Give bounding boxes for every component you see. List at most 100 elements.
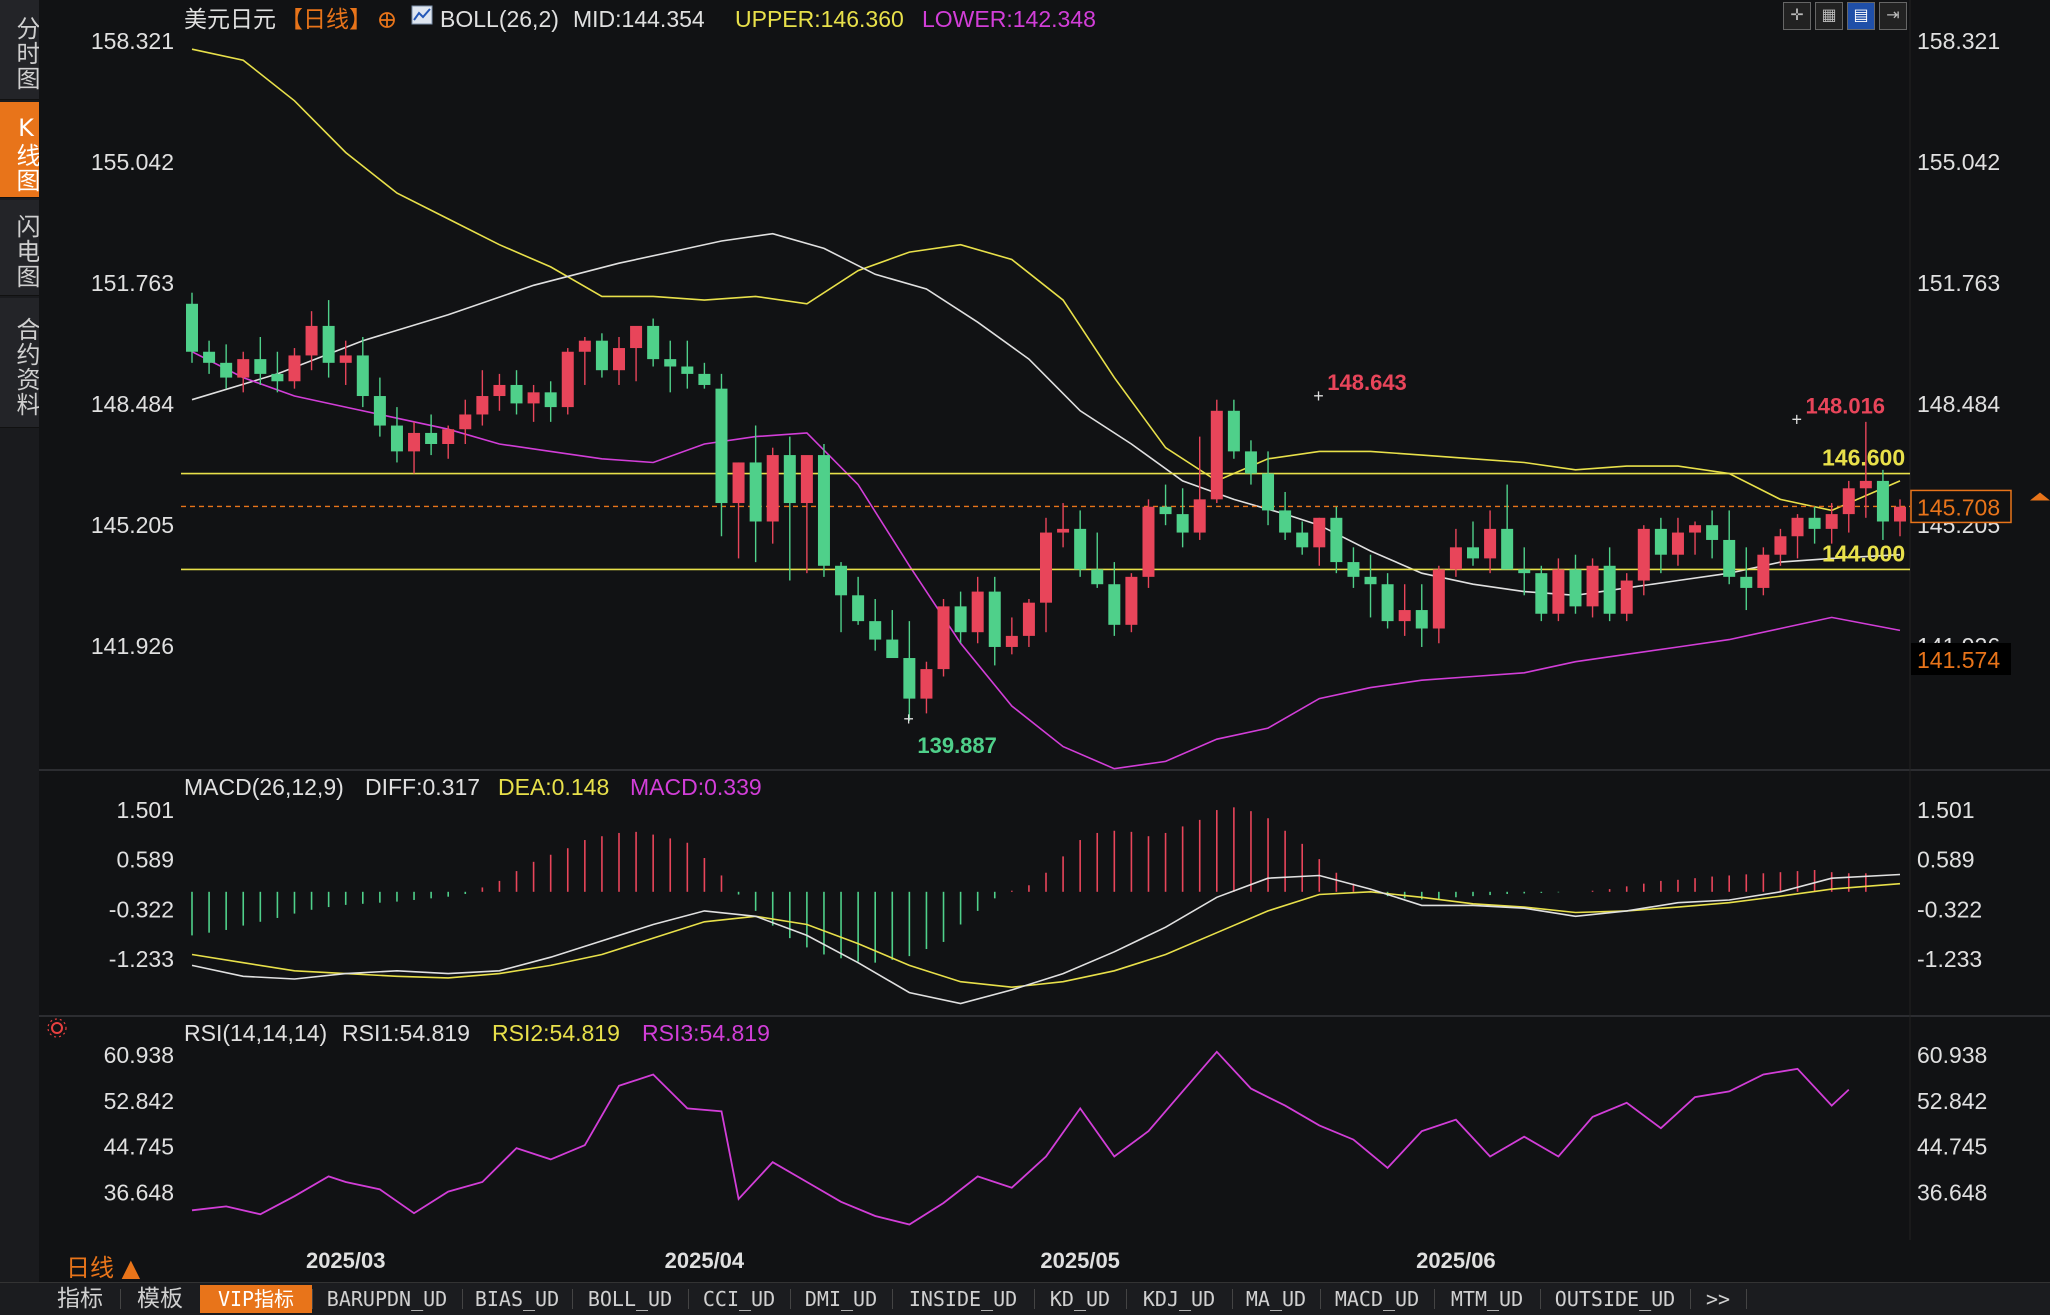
indicator-tab-13[interactable]: MTM_UD: [1434, 1285, 1540, 1313]
candle[interactable]: [1706, 525, 1719, 540]
candle[interactable]: [698, 373, 711, 385]
candle[interactable]: [390, 425, 403, 452]
candle[interactable]: [971, 591, 984, 633]
candle[interactable]: [1774, 536, 1787, 555]
candle[interactable]: [937, 606, 950, 670]
period-label[interactable]: 日线 ▲: [66, 1248, 140, 1283]
candle[interactable]: [1262, 473, 1275, 511]
candle[interactable]: [1279, 510, 1292, 533]
candle[interactable]: [1210, 410, 1223, 500]
candle[interactable]: [408, 432, 421, 452]
candle[interactable]: [903, 658, 916, 699]
indicator-tab-0[interactable]: 指标: [40, 1285, 120, 1313]
period-tag[interactable]: 【日线】: [280, 7, 372, 33]
candle[interactable]: [1432, 569, 1445, 629]
candle[interactable]: [578, 340, 591, 352]
candle[interactable]: [630, 325, 643, 349]
candle[interactable]: [476, 396, 489, 415]
candle[interactable]: [1637, 528, 1650, 581]
candle[interactable]: [1791, 517, 1804, 537]
candle[interactable]: [237, 359, 250, 378]
candle[interactable]: [1142, 506, 1155, 577]
candle[interactable]: [186, 303, 198, 352]
candle[interactable]: [254, 359, 267, 374]
candle[interactable]: [715, 388, 728, 504]
candle[interactable]: [681, 366, 694, 374]
arrow-icon[interactable]: ⇥: [1879, 2, 1907, 30]
candle[interactable]: [1825, 514, 1838, 529]
candle[interactable]: [869, 621, 882, 640]
candle[interactable]: [800, 455, 813, 504]
indicator-tab-7[interactable]: DMI_UD: [790, 1285, 892, 1313]
candle[interactable]: [920, 669, 933, 699]
candle[interactable]: [1108, 584, 1121, 625]
candle[interactable]: [1176, 514, 1189, 533]
candle[interactable]: [1894, 506, 1906, 522]
candle[interactable]: [749, 462, 762, 522]
indicator-tab-8[interactable]: INSIDE_UD: [892, 1285, 1034, 1313]
crosshair-icon[interactable]: ✛: [1783, 2, 1811, 30]
candle[interactable]: [1808, 517, 1821, 529]
indicator-tab-6[interactable]: CCI_UD: [688, 1285, 790, 1313]
candle[interactable]: [339, 355, 352, 363]
candle[interactable]: [1091, 569, 1104, 585]
candle[interactable]: [1586, 565, 1599, 607]
candle[interactable]: [373, 396, 386, 426]
candle[interactable]: [1398, 610, 1411, 622]
candle[interactable]: [1535, 573, 1548, 614]
candle[interactable]: [1449, 547, 1462, 570]
candle[interactable]: [1040, 532, 1052, 603]
candle[interactable]: [442, 429, 455, 445]
candle[interactable]: [1347, 562, 1360, 577]
indicator-tab-12[interactable]: MACD_UD: [1320, 1285, 1434, 1313]
candle[interactable]: [305, 325, 318, 356]
candle[interactable]: [647, 325, 660, 360]
candle[interactable]: [271, 373, 284, 382]
candle[interactable]: [493, 384, 506, 397]
candle[interactable]: [561, 351, 574, 408]
candle[interactable]: [322, 325, 335, 363]
indicator-tab-10[interactable]: KDJ_UD: [1126, 1285, 1232, 1313]
crosshair-icon[interactable]: [379, 12, 395, 28]
candle[interactable]: [1876, 480, 1889, 522]
candle[interactable]: [220, 362, 233, 378]
candle[interactable]: [1005, 635, 1018, 647]
candle[interactable]: [817, 455, 830, 566]
indicator-tab-15[interactable]: >>: [1690, 1285, 1746, 1313]
candle[interactable]: [1842, 488, 1855, 515]
candle[interactable]: [203, 351, 216, 363]
candle[interactable]: [1552, 569, 1565, 614]
candle[interactable]: [613, 348, 625, 371]
candle[interactable]: [1244, 451, 1257, 474]
candle[interactable]: [1296, 532, 1309, 548]
candle[interactable]: [954, 606, 967, 633]
indicator-tab-14[interactable]: OUTSIDE_UD: [1540, 1285, 1690, 1313]
candle[interactable]: [852, 595, 865, 622]
candle[interactable]: [988, 591, 1001, 647]
candle[interactable]: [1227, 410, 1240, 452]
indicator-tab-11[interactable]: MA_UD: [1232, 1285, 1320, 1313]
candle[interactable]: [510, 384, 523, 404]
candle[interactable]: [1723, 539, 1736, 577]
candle[interactable]: [1381, 584, 1394, 622]
candle[interactable]: [425, 432, 438, 445]
candle[interactable]: [459, 414, 472, 430]
candle[interactable]: [527, 392, 540, 404]
candle[interactable]: [1484, 528, 1497, 559]
candle[interactable]: [356, 355, 369, 397]
candle[interactable]: [1330, 517, 1343, 563]
candle[interactable]: [1057, 528, 1070, 533]
candle[interactable]: [1740, 576, 1753, 588]
candle[interactable]: [1501, 528, 1514, 570]
candle[interactable]: [886, 639, 899, 659]
candle[interactable]: [1654, 528, 1667, 555]
candle[interactable]: [732, 462, 745, 504]
candle[interactable]: [1467, 547, 1479, 559]
candle[interactable]: [1620, 580, 1633, 614]
candle[interactable]: [1159, 506, 1172, 515]
candle[interactable]: [1022, 602, 1035, 636]
candle[interactable]: [1689, 525, 1702, 533]
chart-icon[interactable]: ▤: [1847, 2, 1875, 30]
candle[interactable]: [1757, 554, 1770, 588]
candle[interactable]: [1364, 576, 1377, 585]
